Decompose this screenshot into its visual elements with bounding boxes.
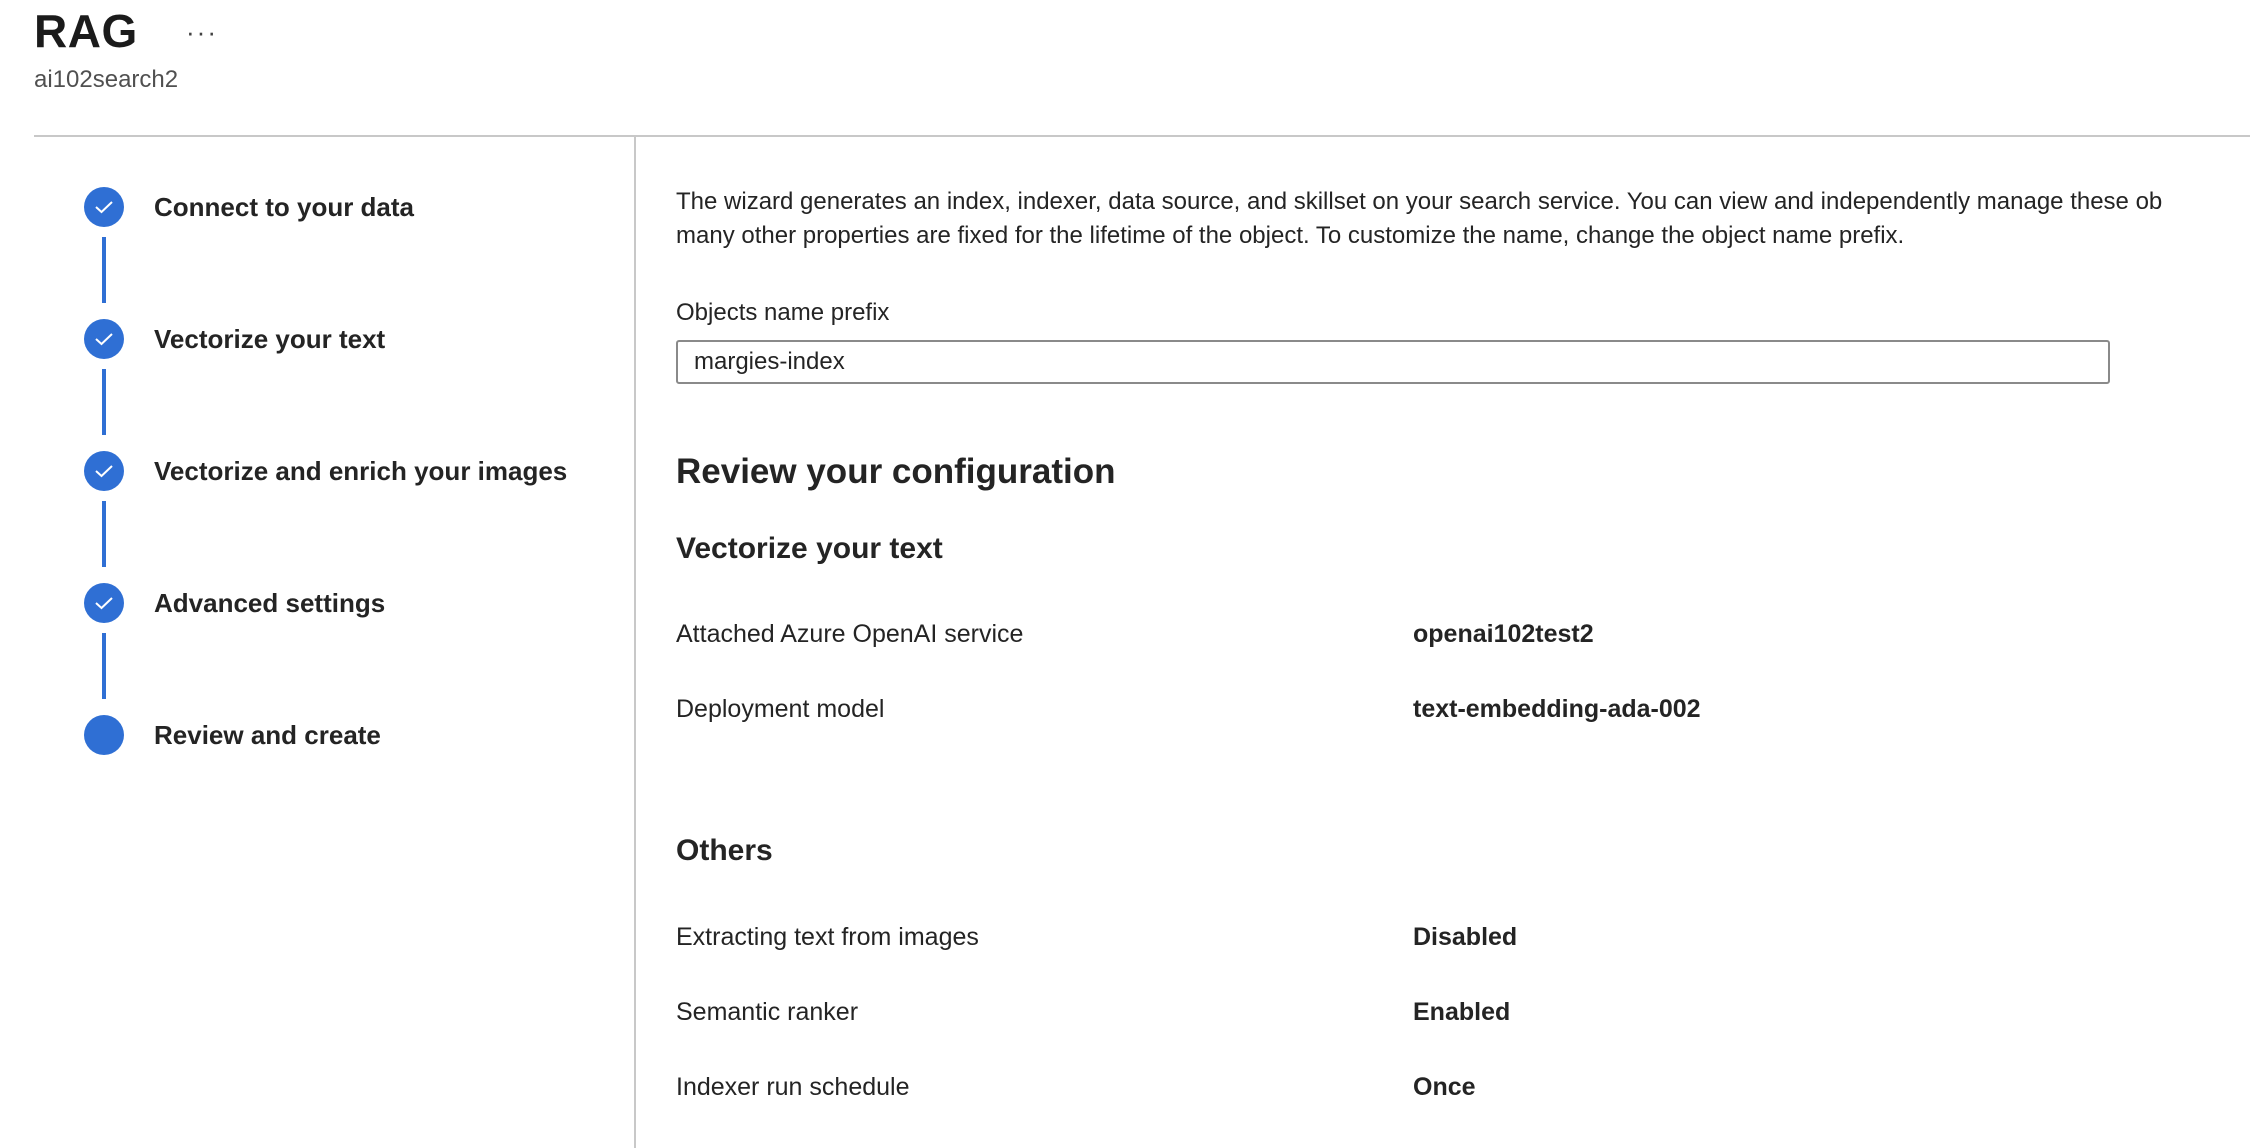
more-options-button[interactable]: ··· [180,14,224,50]
step-connector [102,501,106,567]
checkmark-icon [84,187,124,227]
current-step-dot-icon [84,715,124,755]
checkmark-icon [84,583,124,623]
others-section-heading: Others [676,834,773,867]
config-key: Extracting text from images [676,923,979,951]
step-label: Advanced settings [154,587,386,618]
config-key: Semantic ranker [676,998,859,1026]
wizard-stepper: Connect to your data Vectorize your text… [0,137,636,1148]
step-vectorize-your-text[interactable]: Vectorize your text [84,317,385,361]
step-label: Vectorize your text [154,323,386,354]
config-value: Once [1413,1073,1476,1101]
config-value: text-embedding-ada-002 [1413,695,1701,723]
intro-line: many other properties are fixed for the … [676,222,1905,249]
config-value: Disabled [1413,923,1518,951]
prefix-field-label: Objects name prefix [676,299,890,326]
intro-text: The wizard generates an index, indexer, … [676,185,2250,253]
step-connect-to-your-data[interactable]: Connect to your data [84,185,414,229]
service-subtitle: ai102search2 [34,66,179,93]
vectorize-section-heading: Vectorize your text [676,532,943,565]
review-panel: The wizard generates an index, indexer, … [676,137,2250,1148]
step-connector [102,237,106,303]
step-label: Connect to your data [154,191,415,222]
step-connector [102,633,106,699]
config-key: Attached Azure OpenAI service [676,620,1024,648]
checkmark-icon [84,319,124,359]
wizard-page: RAG ··· ai102search2 Connect to your dat… [0,0,2250,1148]
step-label: Vectorize and enrich your images [154,455,568,486]
step-review-and-create[interactable]: Review and create [84,713,381,757]
page-title: RAG [34,5,138,57]
step-connector [102,369,106,435]
objects-name-prefix-input[interactable] [676,340,2110,384]
intro-line: The wizard generates an index, indexer, … [676,188,2163,215]
config-key: Indexer run schedule [676,1073,910,1101]
page-header: RAG ··· ai102search2 [34,0,2250,137]
checkmark-icon [84,451,124,491]
config-value: openai102test2 [1413,620,1594,648]
config-key: Deployment model [676,695,885,723]
review-heading: Review your configuration [676,452,1116,491]
step-label: Review and create [154,719,381,750]
step-vectorize-and-enrich-images[interactable]: Vectorize and enrich your images [84,449,567,493]
config-value: Enabled [1413,998,1511,1026]
step-advanced-settings[interactable]: Advanced settings [84,581,385,625]
